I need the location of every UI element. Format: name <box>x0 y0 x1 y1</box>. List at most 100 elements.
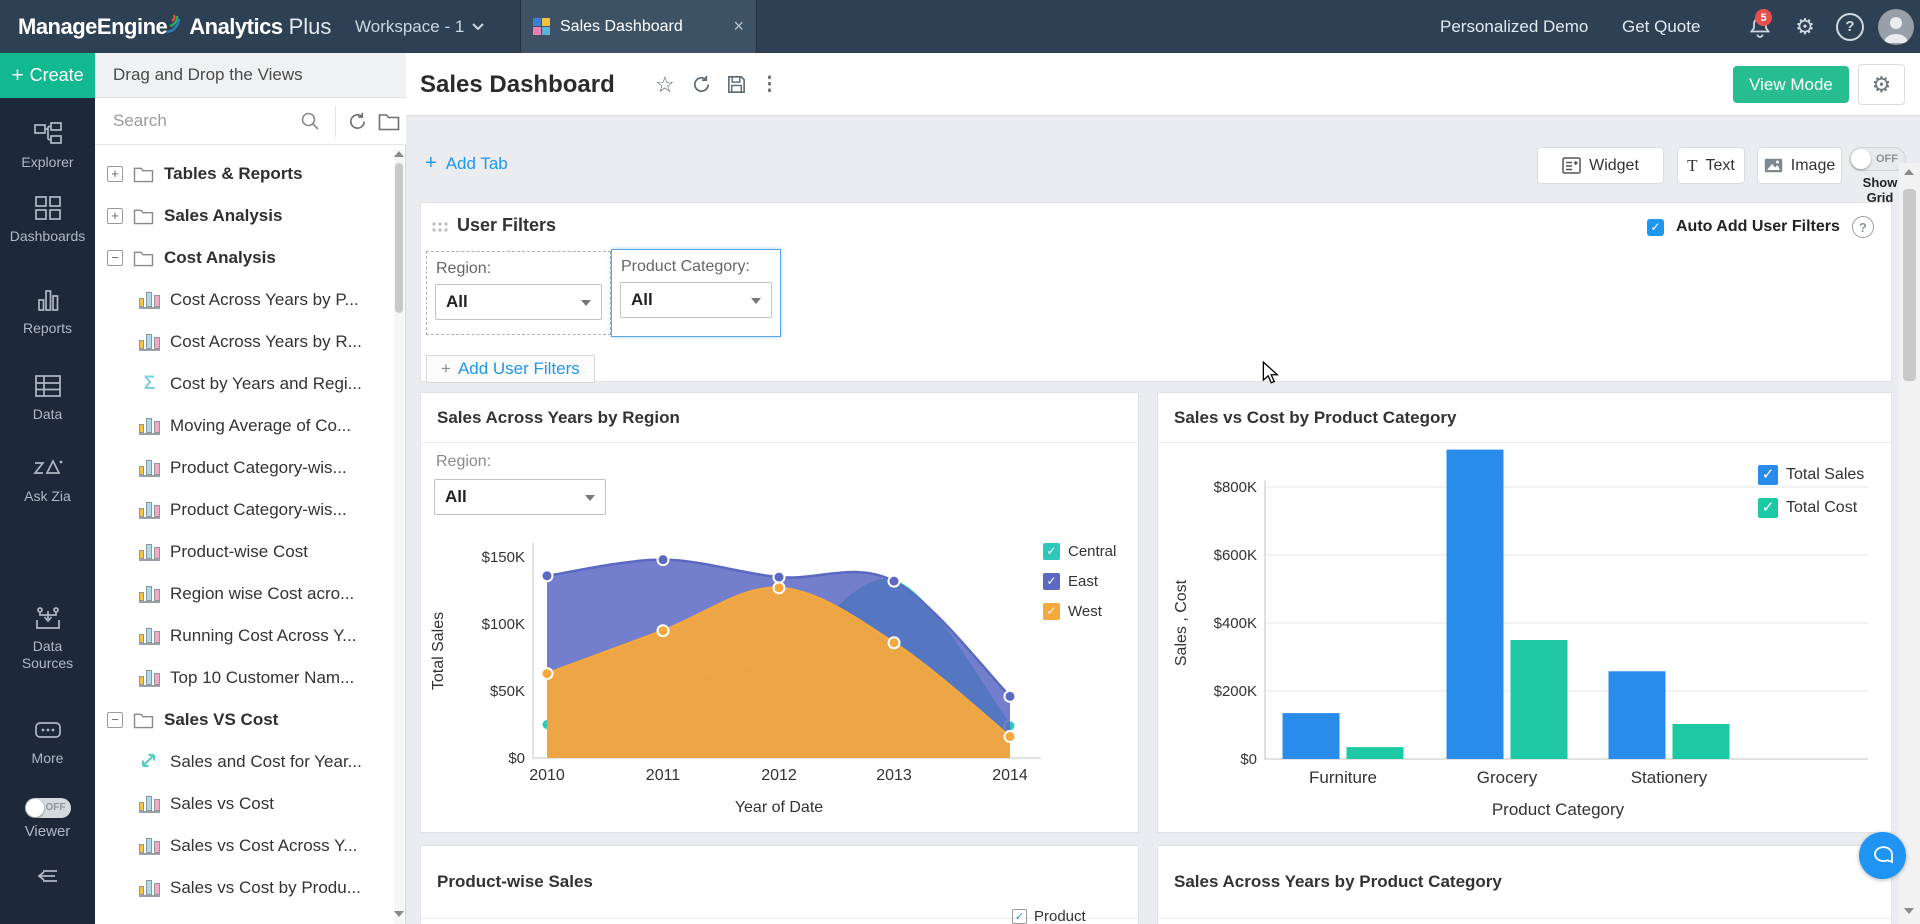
collapse-sidebar-button[interactable] <box>0 868 95 889</box>
show-grid-toggle[interactable]: OFF <box>1849 147 1906 171</box>
tree-item-label: Sales vs Cost <box>170 794 274 814</box>
region-filter-select[interactable]: All <box>435 284 602 320</box>
legend-checkbox-icon[interactable]: ✓ <box>1043 573 1060 590</box>
expand-icon[interactable]: + <box>107 166 123 182</box>
chat-support-button[interactable] <box>1859 832 1906 879</box>
folder-label: Cost Analysis <box>164 248 276 268</box>
save-button[interactable] <box>726 53 747 116</box>
search-input[interactable] <box>113 106 298 136</box>
rail-item-ask-zia[interactable]: Ask Zia <box>0 453 95 505</box>
personalized-demo-link[interactable]: Personalized Demo <box>1440 0 1588 53</box>
tree-item-product-wise-cost[interactable]: Product-wise Cost <box>95 531 395 573</box>
legend-item-east[interactable]: ✓East <box>1043 573 1116 590</box>
tree-item-cost-by-years-and-regi-[interactable]: ΣCost by Years and Regi... <box>95 363 395 405</box>
view-mode-button[interactable]: View Mode <box>1733 66 1849 103</box>
folder-icon[interactable] <box>378 111 400 131</box>
widget-icon <box>1562 157 1581 174</box>
collapse-icon[interactable]: − <box>107 712 123 728</box>
legend-item-total-sales[interactable]: ✓Total Sales <box>1758 465 1864 485</box>
tree-item-region-wise-cost-acro-[interactable]: Region wise Cost acro... <box>95 573 395 615</box>
tree-item-cost-across-years-by-p-[interactable]: Cost Across Years by P... <box>95 279 395 321</box>
add-widget-button[interactable]: Widget <box>1537 147 1664 184</box>
settings-button[interactable]: ⚙ <box>1788 0 1822 53</box>
tree-item-cost-across-years-by-r-[interactable]: Cost Across Years by R... <box>95 321 395 363</box>
tree-item-running-cost-across-y-[interactable]: Running Cost Across Y... <box>95 615 395 657</box>
add-image-button[interactable]: Image <box>1757 147 1842 184</box>
favorite-button[interactable]: ☆ <box>655 53 675 116</box>
search-icon[interactable] <box>300 111 320 131</box>
legend-item-west[interactable]: ✓West <box>1043 603 1116 620</box>
checkbox-icon[interactable]: ✓ <box>1012 909 1027 924</box>
scroll-up-icon[interactable] <box>1904 169 1914 175</box>
legend-item-total-cost[interactable]: ✓Total Cost <box>1758 498 1864 518</box>
tree-folder-sales-analysis[interactable]: +Sales Analysis <box>95 195 395 237</box>
notifications-button[interactable]: 5 <box>1743 0 1777 53</box>
help-icon[interactable]: ? <box>1852 216 1874 238</box>
svg-text:$100K: $100K <box>482 616 525 633</box>
legend-checkbox-icon[interactable]: ✓ <box>1043 603 1060 620</box>
rail-item-data-sources[interactable]: Data Sources <box>0 603 95 672</box>
product-category-filter-select[interactable]: All <box>620 282 772 318</box>
tab-sales-dashboard[interactable]: Sales Dashboard × <box>520 0 757 53</box>
get-quote-link[interactable]: Get Quote <box>1622 0 1700 53</box>
auto-add-checkbox[interactable]: ✓ <box>1647 219 1664 236</box>
filter-product-category[interactable]: Product Category: All <box>611 249 781 337</box>
tree-scrollbar-thumb[interactable] <box>395 163 403 313</box>
tree-item-moving-average-of-co-[interactable]: Moving Average of Co... <box>95 405 395 447</box>
rail-item-reports[interactable]: Reports <box>0 285 95 337</box>
tree-item-product-category-wis-[interactable]: Product Category-wis... <box>95 447 395 489</box>
tree-item-sales-vs-cost-by-produ-[interactable]: Sales vs Cost by Produ... <box>95 867 395 909</box>
workspace-selector[interactable]: Workspace - 1 <box>355 0 484 53</box>
viewer-toggle[interactable]: OFF Viewer <box>0 798 95 840</box>
tree-folder-tables-reports[interactable]: +Tables & Reports <box>95 153 395 195</box>
person-icon <box>1878 9 1914 45</box>
star-icon: ☆ <box>655 72 675 98</box>
tree-scrollbar[interactable] <box>394 149 404 924</box>
scroll-down-icon[interactable] <box>1904 908 1914 914</box>
expand-icon[interactable]: + <box>107 208 123 224</box>
chart-region-filter-select[interactable]: All <box>434 479 606 515</box>
svg-text:2010: 2010 <box>529 767 565 784</box>
create-button[interactable]: + Create <box>0 53 95 98</box>
tree-item-product-category-wis-[interactable]: Product Category-wis... <box>95 489 395 531</box>
tree-folder-sales-vs-cost[interactable]: −Sales VS Cost <box>95 699 395 741</box>
tree-item-sales-vs-cost[interactable]: Sales vs Cost <box>95 783 395 825</box>
more-options-button[interactable]: ⋮ <box>760 53 779 116</box>
reports-icon <box>0 285 95 315</box>
rail-item-dashboards[interactable]: Dashboards <box>0 193 95 245</box>
partial-legend: ✓ Product <box>1012 908 1086 924</box>
add-user-filters-button[interactable]: + Add User Filters <box>426 355 595 383</box>
user-menu-button[interactable] <box>1876 0 1916 53</box>
main-scrollbar[interactable] <box>1899 163 1920 924</box>
refresh-icon[interactable] <box>347 111 368 132</box>
dashboards-icon <box>0 193 95 223</box>
add-text-button[interactable]: T Text <box>1677 147 1745 184</box>
viewer-toggle-pill[interactable]: OFF <box>25 798 71 818</box>
folder-icon <box>133 165 154 183</box>
dashboard-settings-button[interactable]: ⚙ <box>1858 64 1905 105</box>
refresh-dashboard-button[interactable] <box>691 53 712 116</box>
tree-item-sales-and-cost-for-year-[interactable]: Sales and Cost for Year... <box>95 741 395 783</box>
add-tab-button[interactable]: + Add Tab <box>425 152 508 175</box>
legend-checkbox-icon[interactable]: ✓ <box>1758 498 1778 518</box>
drag-handle-icon[interactable] <box>431 221 449 234</box>
filter-region[interactable]: Region: All <box>426 251 611 335</box>
legend-checkbox-icon[interactable]: ✓ <box>1043 543 1060 560</box>
scroll-up-icon[interactable] <box>394 151 404 157</box>
main-scrollbar-thumb[interactable] <box>1903 189 1916 381</box>
legend-item-central[interactable]: ✓Central <box>1043 543 1116 560</box>
tree-folder-cost-analysis[interactable]: − Cost Analysis <box>95 237 395 279</box>
more-icon <box>0 715 95 745</box>
tab-close-icon[interactable]: × <box>733 16 744 37</box>
tree-item-top-10-customer-nam-[interactable]: Top 10 Customer Nam... <box>95 657 395 699</box>
help-button[interactable]: ? <box>1832 0 1868 53</box>
collapse-icon[interactable]: − <box>107 250 123 266</box>
bar-chart-icon <box>139 333 160 351</box>
chart-panel-sales-vs-cost-by-product-category: Sales vs Cost by Product Category $0$200… <box>1157 392 1892 833</box>
legend-checkbox-icon[interactable]: ✓ <box>1758 465 1778 485</box>
rail-item-data[interactable]: Data <box>0 371 95 423</box>
rail-item-explorer[interactable]: Explorer <box>0 119 95 171</box>
tree-item-sales-vs-cost-across-y-[interactable]: Sales vs Cost Across Y... <box>95 825 395 867</box>
scroll-down-icon[interactable] <box>394 911 404 917</box>
rail-item-more[interactable]: More <box>0 715 95 767</box>
